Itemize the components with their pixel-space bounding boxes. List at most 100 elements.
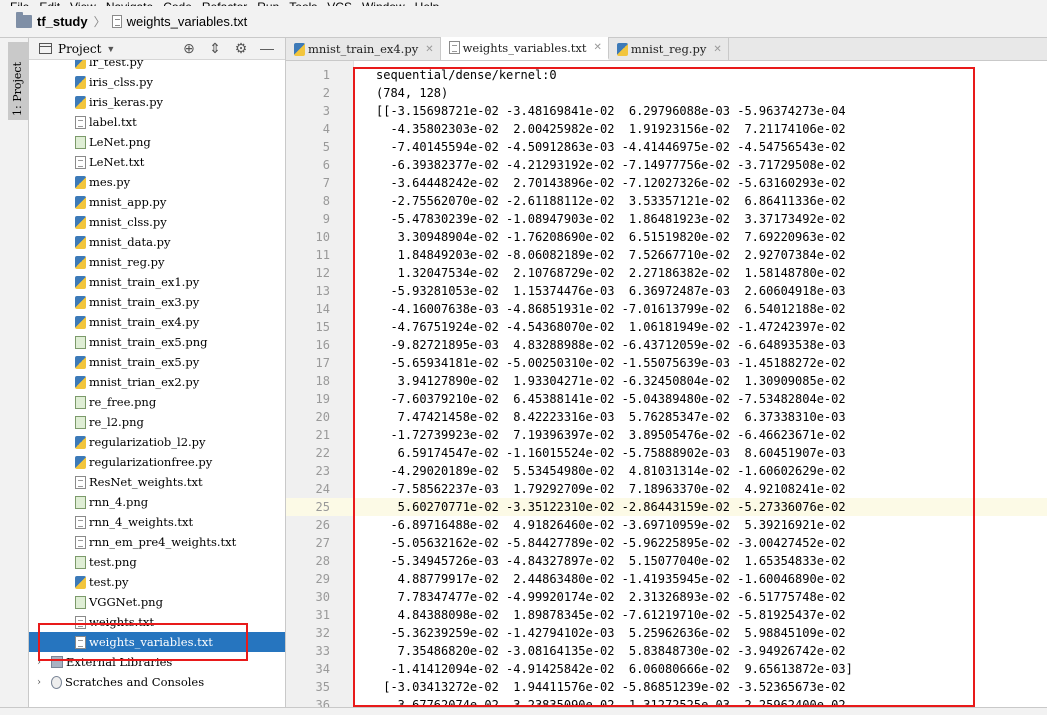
line-number: 13 xyxy=(315,284,330,298)
tree-item-file[interactable]: mnist_app.py xyxy=(29,192,285,212)
tree-item-label: regularizatiob_l2.py xyxy=(89,435,206,449)
python-file-icon xyxy=(616,42,628,56)
close-icon[interactable]: ✕ xyxy=(593,42,601,53)
project-tool-tab[interactable]: 1: Project xyxy=(8,42,28,120)
line-text: sequential/dense/kernel:0 xyxy=(376,68,557,82)
tree-item-file[interactable]: rnn_em_pre4_weights.txt xyxy=(29,532,285,552)
line-number: 19 xyxy=(315,392,330,406)
editor-tab[interactable]: weights_variables.txt ✕ xyxy=(440,37,609,60)
tree-item-label: re_l2.png xyxy=(89,415,144,429)
tree-item-file[interactable]: VGGNet.png xyxy=(29,592,285,612)
tree-item-label: mnist_trian_ex2.py xyxy=(89,375,200,389)
image-file-icon xyxy=(75,415,86,429)
tree-item-label: mnist_train_ex5.png xyxy=(89,335,208,349)
project-view-selector[interactable]: Project xyxy=(58,42,101,56)
python-file-icon xyxy=(75,75,86,89)
code-line: 5 -7.40145594e-02 -4.50912863e-03 -4.414… xyxy=(286,138,1047,156)
line-text: -1.41412094e-02 -4.91425842e-02 6.060806… xyxy=(376,662,853,676)
line-text: 3.94127890e-02 1.93304271e-02 -6.3245080… xyxy=(376,374,846,388)
line-number: 21 xyxy=(315,428,330,442)
code-line: 14 -4.16007638e-03 -4.86851931e-02 -7.01… xyxy=(286,300,1047,318)
tree-item-file[interactable]: rnn_4_weights.txt xyxy=(29,512,285,532)
line-number: 12 xyxy=(315,266,330,280)
project-view-icon xyxy=(39,43,52,54)
tree-item-file[interactable]: iris_keras.py xyxy=(29,92,285,112)
tree-item-file[interactable]: mnist_train_ex5.py xyxy=(29,352,285,372)
code-view[interactable]: 1 sequential/dense/kernel:0 2 (784, 128) 3 [[… xyxy=(286,61,1047,715)
editor-tab[interactable]: mnist_train_ex4.py ✕ xyxy=(286,38,441,60)
code-line: 16 -9.82721895e-03 4.83288988e-02 -6.437… xyxy=(286,336,1047,354)
line-text: 7.35486820e-02 -3.08164135e-02 5.8384873… xyxy=(376,644,846,658)
tree-item-label: LeNet.png xyxy=(89,135,151,149)
tree-item-file[interactable]: re_free.png xyxy=(29,392,285,412)
tree-item-file[interactable]: test.py xyxy=(29,572,285,592)
tree-item-file[interactable]: re_l2.png xyxy=(29,412,285,432)
line-text: 6.59174547e-02 -1.16015524e-02 -5.758889… xyxy=(376,446,846,460)
tree-item-file[interactable]: rnn_4.png xyxy=(29,492,285,512)
line-number: 33 xyxy=(315,644,330,658)
line-number: 34 xyxy=(315,662,330,676)
line-number: 24 xyxy=(315,482,330,496)
tree-item-file[interactable]: mnist_reg.py xyxy=(29,252,285,272)
tree-item-file[interactable]: test.png xyxy=(29,552,285,572)
python-file-icon xyxy=(75,175,86,189)
tree-item-label: weights_variables.txt xyxy=(89,635,213,649)
project-pane: Project ▼ ⊕ ⇕ ⚙ — lr_test.py iris_clss.py… xyxy=(29,38,286,715)
close-icon[interactable]: ✕ xyxy=(425,44,433,55)
tree-item-file[interactable]: weights.txt xyxy=(29,612,285,632)
chevron-down-icon[interactable]: ▼ xyxy=(106,44,115,54)
chevron-right-icon[interactable]: › xyxy=(37,677,41,688)
editor-tab[interactable]: mnist_reg.py ✕ xyxy=(609,38,729,60)
tree-item-file[interactable]: mnist_data.py xyxy=(29,232,285,252)
image-file-icon xyxy=(75,555,86,569)
code-line: 7 -3.64448242e-02 2.70143896e-02 -7.1202… xyxy=(286,174,1047,192)
chevron-right-icon[interactable]: › xyxy=(37,657,41,668)
gear-icon[interactable]: ⚙ xyxy=(233,40,249,57)
tree-item-label: lr_test.py xyxy=(89,60,144,69)
tree-item-file[interactable]: regularizationfree.py xyxy=(29,452,285,472)
tree-item-file[interactable]: iris_clss.py xyxy=(29,72,285,92)
breadcrumb-project[interactable]: tf_study xyxy=(37,14,88,29)
hide-icon[interactable]: — xyxy=(259,40,275,57)
tree-item-label: mnist_app.py xyxy=(89,195,167,209)
tree-item-file[interactable]: mnist_train_ex3.py xyxy=(29,292,285,312)
tree-item-label: test.py xyxy=(89,575,129,589)
tree-item-file[interactable]: LeNet.txt xyxy=(29,152,285,172)
tree-item-file[interactable]: mnist_train_ex5.png xyxy=(29,332,285,352)
tree-item-label: rnn_4_weights.txt xyxy=(89,515,194,529)
library-icon xyxy=(51,656,63,668)
tree-group-node[interactable]: › Scratches and Consoles xyxy=(29,672,285,692)
tree-item-file[interactable]: mes.py xyxy=(29,172,285,192)
tree-item-file[interactable]: mnist_train_ex4.py xyxy=(29,312,285,332)
tree-group-node[interactable]: › External Libraries xyxy=(29,652,285,672)
tree-item-file[interactable]: lr_test.py xyxy=(29,60,285,72)
line-number: 8 xyxy=(322,194,330,208)
code-line: 21 -1.72739923e-02 7.19396397e-02 3.8950… xyxy=(286,426,1047,444)
tree-item-file[interactable]: label.txt xyxy=(29,112,285,132)
tree-item-file[interactable]: mnist_trian_ex2.py xyxy=(29,372,285,392)
close-icon[interactable]: ✕ xyxy=(713,44,721,55)
line-text: 7.78347477e-02 -4.99920174e-02 2.3132689… xyxy=(376,590,846,604)
tree-item-file[interactable]: regularizatiob_l2.py xyxy=(29,432,285,452)
line-number: 26 xyxy=(315,518,330,532)
tree-item-file[interactable]: mnist_clss.py xyxy=(29,212,285,232)
line-number: 28 xyxy=(315,554,330,568)
editor-tab-label: mnist_train_ex4.py xyxy=(308,42,419,56)
editor-tabs: mnist_train_ex4.py ✕ weights_variables.txt… xyxy=(286,37,1047,61)
tree-item-label: mnist_train_ex4.py xyxy=(89,315,200,329)
code-line: 28 -5.34945726e-03 -4.84327897e-02 5.150… xyxy=(286,552,1047,570)
breadcrumb-file[interactable]: weights_variables.txt xyxy=(127,14,248,29)
image-file-icon xyxy=(75,495,86,509)
collapse-all-icon[interactable]: ⇕ xyxy=(207,40,223,57)
code-line: 31 4.84388098e-02 1.89878345e-02 -7.6121… xyxy=(286,606,1047,624)
tree-item-file[interactable]: LeNet.png xyxy=(29,132,285,152)
tree-item-file[interactable]: ResNet_weights.txt xyxy=(29,472,285,492)
line-text: 1.32047534e-02 2.10768729e-02 2.27186382… xyxy=(376,266,846,280)
tree-item-file[interactable]: weights_variables.txt xyxy=(29,632,285,652)
tree-item-file[interactable]: mnist_train_ex1.py xyxy=(29,272,285,292)
code-line: 12 1.32047534e-02 2.10768729e-02 2.27186… xyxy=(286,264,1047,282)
code-line: 29 4.88779917e-02 2.44863480e-02 -1.4193… xyxy=(286,570,1047,588)
locate-file-icon[interactable]: ⊕ xyxy=(181,40,197,57)
python-file-icon xyxy=(75,195,86,209)
code-line: 19 -7.60379210e-02 6.45388141e-02 -5.043… xyxy=(286,390,1047,408)
